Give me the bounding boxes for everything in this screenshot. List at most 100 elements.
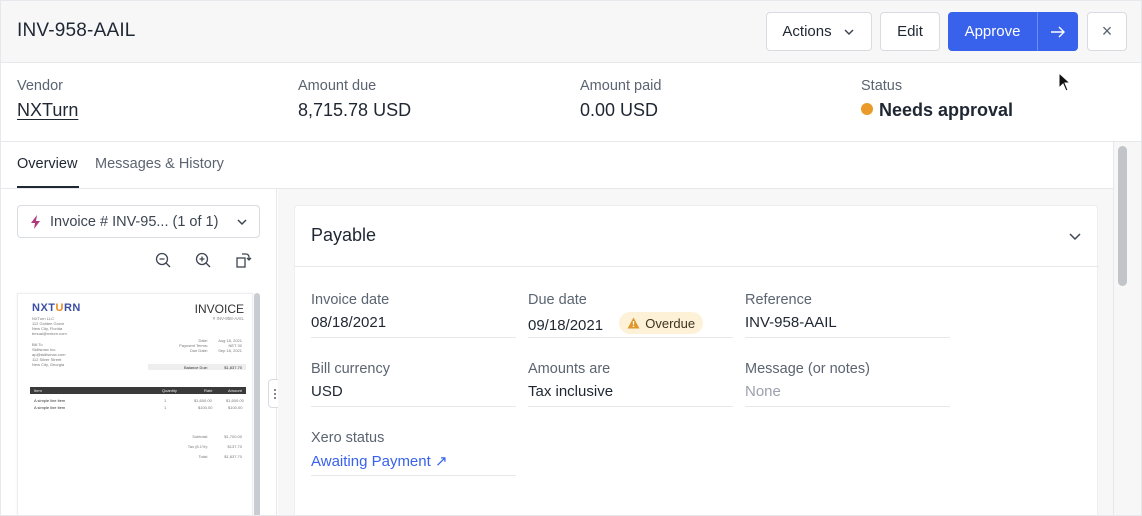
approve-button[interactable]: Approve xyxy=(948,12,1037,51)
text-line: Due Date: xyxy=(189,348,208,353)
document-selector[interactable]: Invoice # INV-95... (1 of 1) xyxy=(17,205,260,238)
invoice-preview[interactable]: NXTURN INVOICE # INV-958-AAIL NXTurn LLC… xyxy=(17,293,253,515)
text-line: Subtotal: xyxy=(192,434,208,439)
warning-icon xyxy=(627,317,640,329)
text-line: $1,700.00 xyxy=(224,434,242,439)
invoice-date-field: Invoice date 08/18/2021 xyxy=(311,268,516,338)
close-icon: × xyxy=(1101,21,1113,41)
amount-due-label: Amount due xyxy=(298,78,377,94)
status-dot-icon xyxy=(861,103,873,115)
amounts-are-label: Amounts are xyxy=(528,361,611,377)
vendor-summary: Vendor NXTurn xyxy=(17,78,78,121)
amount-due-summary: Amount due 8,715.78 USD xyxy=(298,78,411,121)
preview-row-qty: 1 xyxy=(164,405,167,410)
preview-col-rate: Rate xyxy=(204,388,213,393)
preview-table-header xyxy=(30,387,246,394)
preview-balance-label: Balance Due: xyxy=(183,364,208,370)
payable-title: Payable xyxy=(311,225,377,245)
edit-button[interactable]: Edit xyxy=(880,12,940,51)
message-value: None xyxy=(745,383,781,400)
preview-col-amount: Amount xyxy=(228,388,242,393)
preview-row-rate: $1,600.00 xyxy=(194,398,212,403)
xero-status-link[interactable]: Awaiting Payment ↗ xyxy=(311,452,448,470)
logo-part: NXT xyxy=(32,302,56,314)
reference-field: Reference INV-958-AAIL xyxy=(745,268,950,338)
preview-heading: INVOICE xyxy=(194,302,244,316)
text-line: Tax (8.1%): xyxy=(187,444,208,449)
reference-label: Reference xyxy=(745,292,812,308)
tab-overview[interactable]: Overview xyxy=(17,156,77,172)
arrow-right-icon xyxy=(1050,26,1065,37)
message-field: Message (or notes) None xyxy=(745,337,950,407)
page-title: INV-958-AAIL xyxy=(17,20,136,41)
chevron-down-icon[interactable] xyxy=(1067,228,1083,244)
chevron-down-icon xyxy=(844,28,854,35)
amount-paid-value: 0.00 USD xyxy=(580,100,659,120)
due-date-field: Due date 09/18/2021 Overdue xyxy=(528,268,733,338)
preview-total-labels: Subtotal: Tax (8.1%): Total: xyxy=(168,432,208,462)
logo-part: RN xyxy=(63,302,81,314)
close-button[interactable]: × xyxy=(1087,12,1127,51)
invoice-detail-panel: INV-958-AAIL Actions Edit Approve × Vend… xyxy=(0,0,1142,516)
preview-row-amount: $100.00 xyxy=(228,405,243,410)
actions-label: Actions xyxy=(782,23,832,40)
details-panel: Payable Invoice date 08/18/2021 Due date… xyxy=(278,189,1113,515)
preview-row-item: A simple line item xyxy=(34,398,66,403)
preview-row-qty: 1 xyxy=(164,398,167,403)
zoom-out-icon[interactable] xyxy=(154,251,172,269)
amount-paid-label: Amount paid xyxy=(580,78,662,94)
text-line: bmuai@nxturn.com xyxy=(32,331,67,336)
due-date-value: 09/18/2021 xyxy=(528,317,604,334)
amounts-are-value: Tax inclusive xyxy=(528,383,614,400)
bolt-icon xyxy=(31,214,40,229)
preview-row-item: A simple line item xyxy=(34,405,66,410)
vendor-label: Vendor xyxy=(17,78,63,94)
preview-meta-labels: Date: Payment Terms: Due Date: xyxy=(168,338,208,353)
tab-bar: Overview Messages & History xyxy=(1,142,1113,189)
xero-status-label: Xero status xyxy=(311,430,385,446)
actions-dropdown-button[interactable]: Actions xyxy=(766,12,872,51)
preview-scrollbar[interactable] xyxy=(254,293,260,515)
amount-due-value: 8,715.78 USD xyxy=(298,100,412,120)
header: INV-958-AAIL Actions Edit Approve × xyxy=(1,1,1141,63)
payable-card: Payable Invoice date 08/18/2021 Due date… xyxy=(294,205,1099,515)
preview-bill-to: Bill To Skillsmax Inc. ap@skillsmax.com … xyxy=(32,342,65,367)
preview-row-rate: $100.00 xyxy=(198,405,213,410)
amounts-are-field: Amounts are Tax inclusive xyxy=(528,337,733,407)
invoice-summary: Vendor NXTurn Amount due 8,715.78 USD Am… xyxy=(1,63,1141,142)
reference-value: INV-958-AAIL xyxy=(745,314,837,331)
preview-number: # INV-958-AAIL xyxy=(212,316,244,321)
approve-next-button[interactable] xyxy=(1037,12,1078,51)
status-badge: Needs approval xyxy=(861,100,1013,121)
bill-currency-label: Bill currency xyxy=(311,361,390,377)
preview-balance-value: $1,837.70 xyxy=(224,364,242,370)
payable-card-header[interactable]: Payable xyxy=(295,206,1099,267)
status-summary: Status Needs approval xyxy=(861,78,1013,121)
bill-currency-field: Bill currency USD xyxy=(311,337,516,407)
text-line: $137.70 xyxy=(227,444,242,449)
status-value: Needs approval xyxy=(879,100,1014,120)
vendor-logo: NXTURN xyxy=(32,302,81,314)
scrollbar-divider xyxy=(1113,142,1114,515)
preview-vendor-address: NXTurn LLC 112 Golden Grove New City, Fl… xyxy=(32,316,67,336)
scrollbar-thumb[interactable] xyxy=(1118,146,1127,286)
document-panel: Invoice # INV-95... (1 of 1) NXTURN INVO… xyxy=(1,189,277,515)
page-scrollbar[interactable] xyxy=(1113,142,1141,515)
preview-total-values: $1,700.00 $137.70 $1,837.70 xyxy=(208,432,242,462)
mouse-cursor-icon xyxy=(1058,72,1072,92)
rotate-icon[interactable] xyxy=(234,251,252,269)
xero-status-field: Xero status Awaiting Payment ↗ xyxy=(311,406,516,476)
text-line: $1,837.70 xyxy=(224,454,242,459)
zoom-in-icon[interactable] xyxy=(194,251,212,269)
preview-row-amount: $1,600.00 xyxy=(226,398,244,403)
preview-col-qty: Quantity xyxy=(162,388,177,393)
text-line: New City, Georgia xyxy=(32,362,65,367)
tab-messages-history[interactable]: Messages & History xyxy=(95,156,224,172)
invoice-date-value: 08/18/2021 xyxy=(311,314,387,331)
vendor-link[interactable]: NXTurn xyxy=(17,100,78,121)
due-date-row: 09/18/2021 Overdue xyxy=(528,312,704,334)
bill-currency-value: USD xyxy=(311,383,343,400)
overdue-label: Overdue xyxy=(645,315,696,331)
preview-col-item: Item xyxy=(34,388,42,393)
status-label: Status xyxy=(861,78,903,94)
